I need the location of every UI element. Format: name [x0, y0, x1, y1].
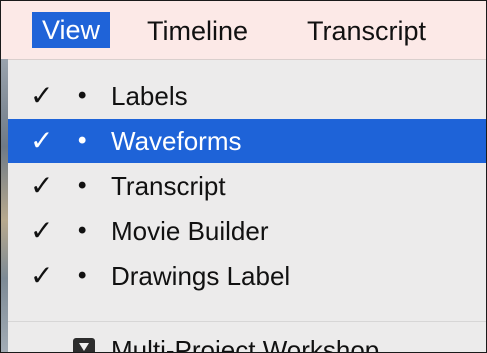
menu-item-label: Labels [111, 81, 188, 111]
bullet-icon: • [78, 172, 87, 199]
menu-item-label: Movie Builder [111, 216, 269, 246]
menu-item-drawings-label[interactable]: ✓ • Drawings Label [8, 254, 486, 298]
checkmark-icon: ✓ [30, 169, 54, 202]
menu-item-label: Drawings Label [111, 261, 291, 291]
menu-bar: View Timeline Transcript [1, 1, 486, 60]
menu-item-transcript[interactable]: ✓ • Transcript [8, 164, 486, 208]
menu-item-label: Waveforms [111, 126, 242, 156]
checkmark-icon: ✓ [30, 214, 54, 247]
screenshot-frame: View Timeline Transcript ✓ • Labels ✓ • … [0, 0, 487, 353]
bullet-icon: • [78, 262, 87, 289]
menubar-view[interactable]: View [32, 12, 111, 48]
menu-item-label: Multi-Project Workshop [111, 335, 380, 353]
checkmark-icon: ✓ [30, 124, 54, 157]
checkmark-icon: ✓ [30, 259, 54, 292]
menubar-transcript[interactable]: Transcript [307, 14, 426, 48]
bullet-icon: • [78, 217, 87, 244]
view-menu-dropdown: ✓ • Labels ✓ • Waveforms ✓ • Transcript … [8, 60, 486, 352]
app-icon [73, 338, 95, 352]
checkmark-icon: ✓ [30, 79, 54, 112]
background-window-edge [1, 59, 8, 352]
bullet-icon: • [78, 82, 87, 109]
bullet-icon: • [78, 127, 87, 154]
menu-item-labels[interactable]: ✓ • Labels [8, 74, 486, 118]
menu-item-waveforms[interactable]: ✓ • Waveforms [8, 119, 486, 163]
menubar-timeline[interactable]: Timeline [147, 14, 248, 48]
menu-separator [8, 321, 486, 322]
menu-item-label: Transcript [111, 171, 226, 201]
menu-item-multi-project-workshop[interactable]: Multi-Project Workshop [8, 330, 486, 353]
menu-item-movie-builder[interactable]: ✓ • Movie Builder [8, 209, 486, 253]
